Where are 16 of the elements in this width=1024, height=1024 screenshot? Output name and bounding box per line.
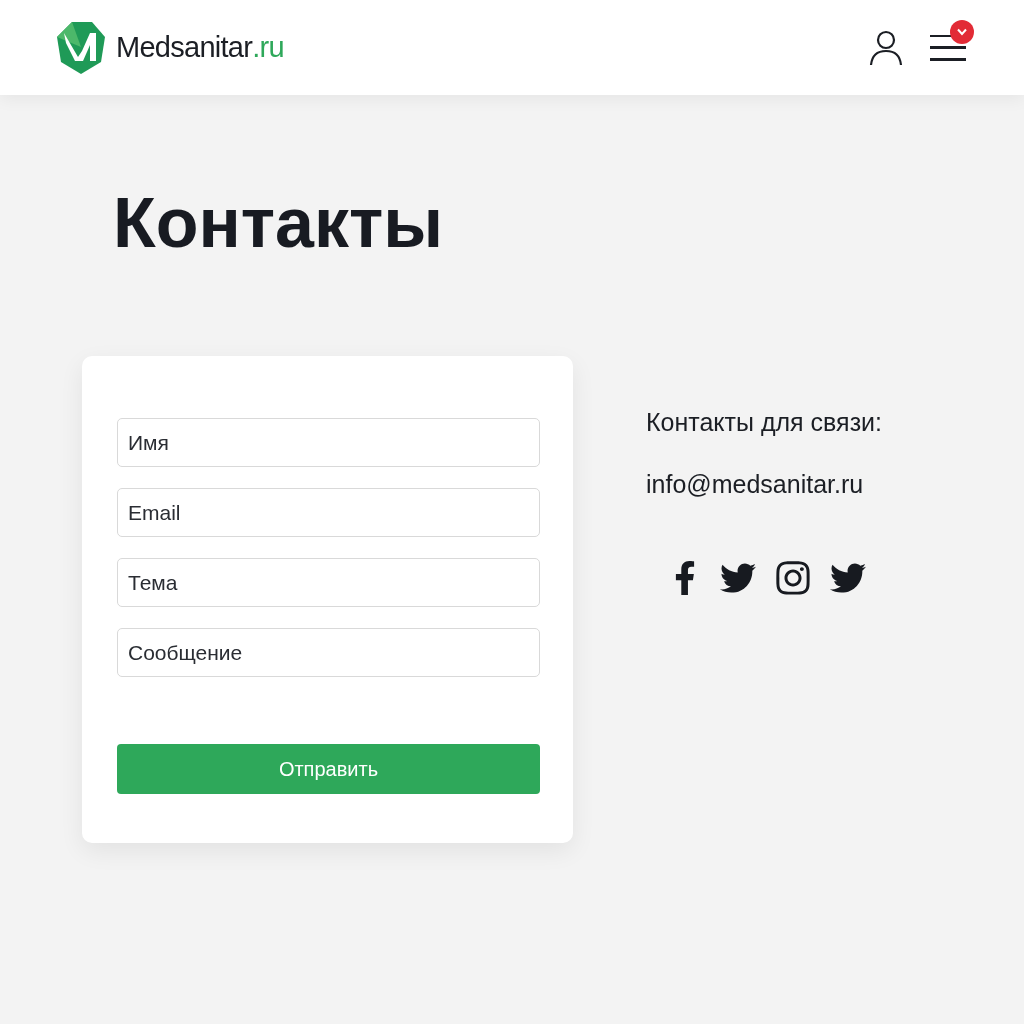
contacts-heading: Контакты для связи:: [646, 407, 882, 438]
text-field[interactable]: Сообщение: [117, 628, 540, 677]
text-field[interactable]: Имя: [117, 418, 540, 467]
brand-domain: .ru: [252, 29, 284, 65]
camera-icon[interactable]: [774, 559, 812, 597]
page-title: Контакты: [113, 183, 445, 263]
user-icon[interactable]: [868, 28, 904, 67]
logo-icon: [56, 20, 106, 75]
bird-icon[interactable]: [830, 560, 866, 596]
brand-name: Medsanitar: [116, 29, 253, 65]
chevron-down-icon: [957, 27, 967, 36]
email-link[interactable]: info@medsanitar.ru: [646, 465, 882, 503]
bird-icon[interactable]: [720, 560, 756, 596]
text-field[interactable]: Тема: [117, 558, 540, 607]
text-field[interactable]: Email: [117, 488, 540, 537]
menu-icon[interactable]: [930, 32, 966, 63]
